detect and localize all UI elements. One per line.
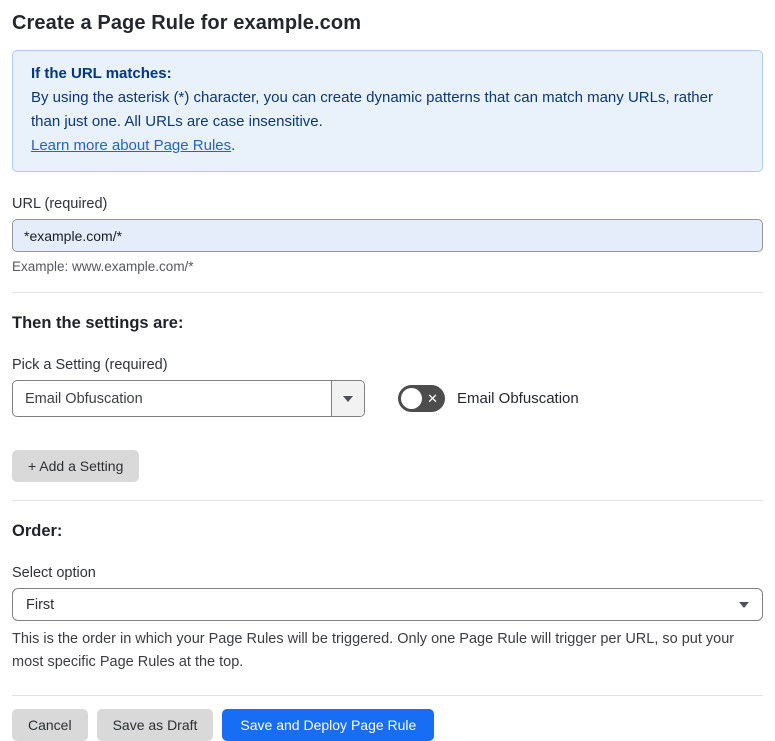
- url-example-helper: Example: www.example.com/*: [12, 259, 194, 274]
- save-and-deploy-button[interactable]: Save and Deploy Page Rule: [222, 709, 435, 741]
- url-input[interactable]: [12, 219, 763, 252]
- info-box-link-line: Learn more about Page Rules.: [31, 134, 744, 158]
- divider: [12, 500, 763, 501]
- chevron-down-icon: [343, 395, 353, 402]
- info-box-body: By using the asterisk (*) character, you…: [31, 89, 713, 130]
- url-matches-info-box: If the URL matches: By using the asteris…: [12, 50, 763, 172]
- learn-more-link[interactable]: Learn more about Page Rules: [31, 137, 231, 154]
- setting-select-arrow-button[interactable]: [331, 381, 364, 416]
- page-title: Create a Page Rule for example.com: [12, 12, 362, 34]
- toggle-knob: [401, 388, 422, 409]
- setting-select[interactable]: Email Obfuscation: [12, 380, 365, 417]
- toggle-x-icon: ✕: [427, 390, 438, 406]
- setting-select-value: Email Obfuscation: [25, 390, 143, 407]
- info-box-heading: If the URL matches:: [31, 65, 172, 82]
- settings-section-heading: Then the settings are:: [12, 314, 184, 332]
- order-select-label: Select option: [12, 565, 96, 581]
- cancel-button[interactable]: Cancel: [12, 709, 88, 741]
- setting-row: Email Obfuscation ✕ Email Obfuscation: [12, 380, 763, 417]
- create-page-rule-form: Create a Page Rule for example.com If th…: [0, 0, 775, 741]
- order-select[interactable]: First: [12, 588, 763, 621]
- save-as-draft-button[interactable]: Save as Draft: [96, 709, 214, 741]
- email-obfuscation-toggle[interactable]: ✕: [398, 385, 445, 412]
- add-setting-button[interactable]: + Add a Setting: [12, 450, 140, 482]
- toggle-label: Email Obfuscation: [457, 390, 579, 407]
- footer-actions: Cancel Save as Draft Save and Deploy Pag…: [12, 709, 763, 741]
- chevron-down-icon: [739, 601, 749, 608]
- link-suffix: .: [231, 137, 236, 154]
- url-field-label: URL (required): [12, 196, 108, 212]
- divider: [12, 695, 763, 696]
- pick-setting-label: Pick a Setting (required): [12, 357, 168, 373]
- email-obfuscation-toggle-group: ✕ Email Obfuscation: [398, 385, 579, 412]
- order-section-heading: Order:: [12, 522, 63, 540]
- divider: [12, 292, 763, 293]
- order-helper-text: This is the order in which your Page Rul…: [12, 631, 735, 670]
- order-select-value: First: [26, 596, 55, 613]
